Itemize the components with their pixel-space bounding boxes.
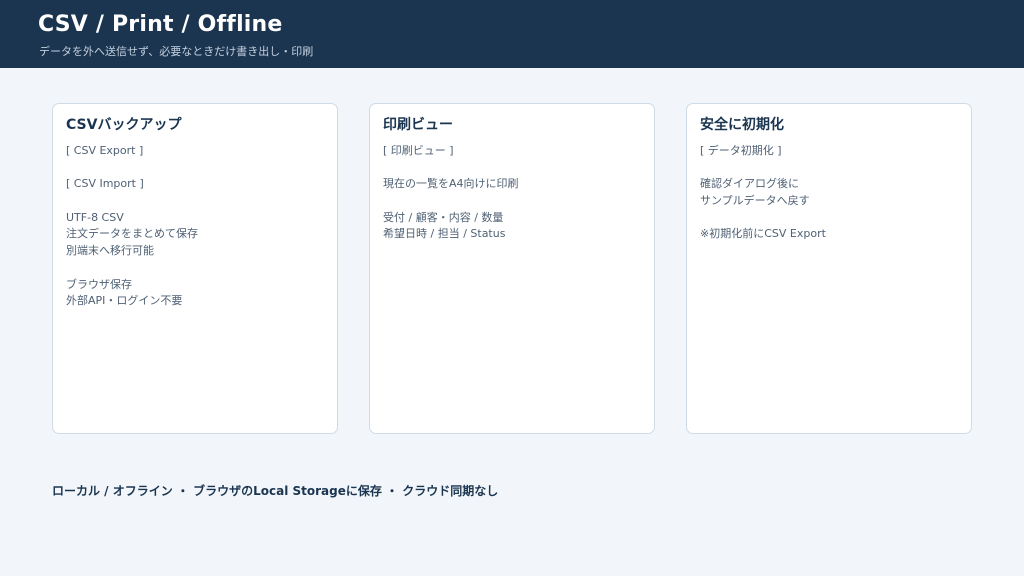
card-text: 外部API・ログイン不要 (66, 294, 183, 308)
card-title: 印刷ビュー (383, 117, 453, 133)
card-text: サンプルデータへ戻す (700, 194, 810, 208)
card-text: 現在の一覧をA4向けに印刷 (383, 177, 519, 191)
card-text: ブラウザ保存 (66, 277, 132, 291)
card-text: 別端末へ移行可能 (66, 244, 154, 258)
card-text: 希望日時 / 担当 / Status (383, 227, 506, 241)
print-view-button[interactable]: [ 印刷ビュー ] (383, 143, 644, 160)
card-text: 注文データをまとめて保存 (66, 227, 198, 241)
csv-export-button[interactable]: [ CSV Export ] (66, 143, 327, 160)
print-view-card: 印刷ビュー [ 印刷ビュー ] 現在の一覧をA4向けに印刷 受付 / 顧客・内容… (369, 103, 655, 434)
reset-card: 安全に初期化 [ データ初期化 ] 確認ダイアログ後に サンプルデータへ戻す ※… (686, 103, 972, 434)
page-subtitle: データを外へ送信せず、必要なときだけ書き出し・印刷 (39, 45, 314, 58)
card-title: CSVバックアップ (66, 117, 182, 133)
card-title: 安全に初期化 (700, 117, 784, 133)
card-body: [ 印刷ビュー ] 現在の一覧をA4向けに印刷 受付 / 顧客・内容 / 数量 … (383, 143, 644, 243)
card-text: ※初期化前にCSV Export (700, 227, 826, 241)
page-title: CSV / Print / Offline (38, 12, 283, 37)
footer-note: ローカル / オフライン ・ ブラウザのLocal Storageに保存 ・ ク… (52, 484, 499, 498)
header-bar: CSV / Print / Offline データを外へ送信せず、必要なときだけ… (0, 0, 1024, 68)
card-body: [ データ初期化 ] 確認ダイアログ後に サンプルデータへ戻す ※初期化前にCS… (700, 143, 961, 243)
csv-import-button[interactable]: [ CSV Import ] (66, 176, 327, 193)
card-text: UTF-8 CSV (66, 210, 124, 224)
card-text: 受付 / 顧客・内容 / 数量 (383, 210, 504, 224)
data-reset-button[interactable]: [ データ初期化 ] (700, 143, 961, 160)
card-text: 確認ダイアログ後に (700, 177, 799, 191)
card-body: [ CSV Export ] [ CSV Import ] UTF-8 CSV … (66, 143, 327, 310)
csv-backup-card: CSVバックアップ [ CSV Export ] [ CSV Import ] … (52, 103, 338, 434)
